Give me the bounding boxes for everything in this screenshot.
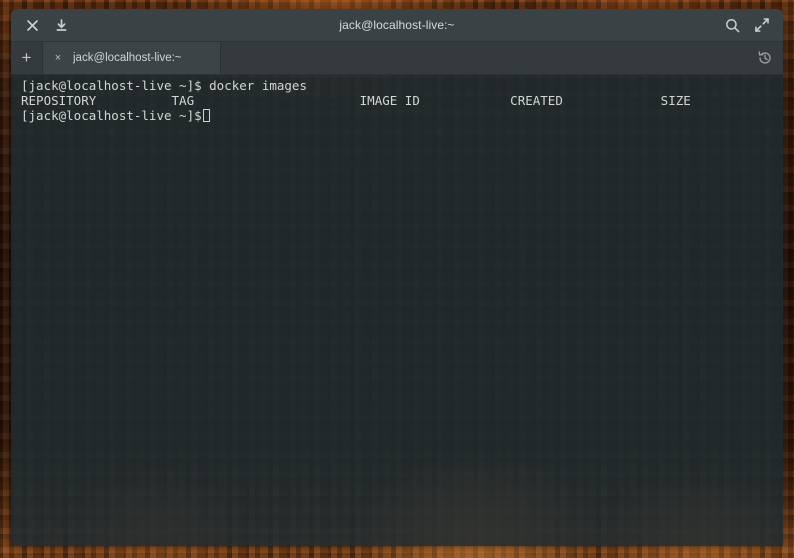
tab-title: jack@localhost-live:~ bbox=[73, 52, 182, 64]
terminal-tab[interactable]: × jack@localhost-live:~ bbox=[43, 42, 221, 74]
download-icon bbox=[56, 18, 67, 31]
maximize-icon bbox=[754, 18, 769, 32]
maximize-button[interactable] bbox=[747, 13, 776, 38]
terminal-line-prompt: [jack@localhost-live ~]$ bbox=[11, 108, 783, 123]
search-button[interactable] bbox=[718, 13, 747, 38]
history-icon bbox=[758, 51, 771, 64]
tab-close-icon[interactable]: × bbox=[52, 52, 64, 64]
terminal-line-table-header: REPOSITORY TAG IMAGE ID CREATED SIZE bbox=[21, 93, 691, 108]
new-tab-button[interactable]: + bbox=[11, 42, 43, 74]
close-button[interactable] bbox=[18, 13, 47, 38]
terminal-window: jack@localhost-live:~ + × jack@localhost… bbox=[11, 9, 783, 546]
tab-bar-empty-area[interactable] bbox=[221, 42, 747, 74]
tab-bar: + × jack@localhost-live:~ bbox=[11, 42, 783, 75]
terminal-prompt-text: [jack@localhost-live ~]$ bbox=[21, 108, 202, 123]
terminal-output-area[interactable]: [jack@localhost-live ~]$ docker images R… bbox=[11, 75, 783, 546]
download-button[interactable] bbox=[47, 13, 76, 38]
terminal-line-command: [jack@localhost-live ~]$ docker images bbox=[21, 78, 307, 93]
window-title: jack@localhost-live:~ bbox=[339, 18, 455, 32]
window-titlebar[interactable]: jack@localhost-live:~ bbox=[11, 9, 783, 42]
search-icon bbox=[726, 18, 740, 32]
history-button[interactable] bbox=[747, 42, 783, 74]
terminal-cursor bbox=[202, 109, 211, 122]
close-icon bbox=[27, 19, 38, 31]
